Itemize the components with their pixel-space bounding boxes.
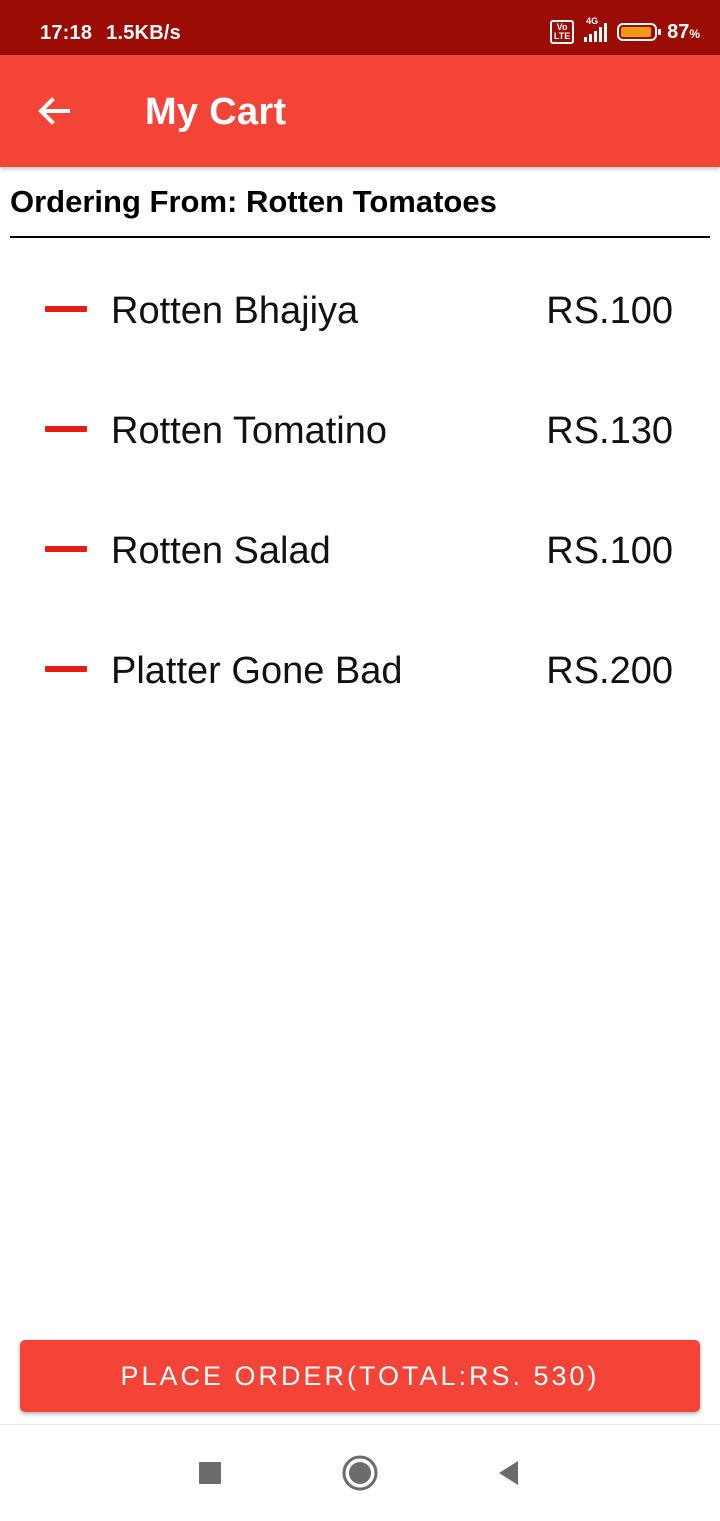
cart-item: Rotten Tomatino RS.130 (0, 370, 720, 490)
battery-percent: 87% (667, 21, 700, 44)
battery-icon (617, 23, 662, 41)
item-name: Rotten Bhajiya (111, 290, 359, 332)
square-icon (199, 1462, 221, 1484)
remove-item-button[interactable] (36, 524, 96, 574)
cart-list: Rotten Bhajiya RS.100 Rotten Tomatino RS… (0, 250, 720, 730)
circle-icon (342, 1455, 378, 1491)
cart-item: Platter Gone Bad RS.200 (0, 610, 720, 730)
network-type: 4G (586, 16, 599, 26)
back-button[interactable] (22, 79, 86, 143)
minus-icon (45, 426, 87, 432)
divider (10, 236, 710, 238)
minus-icon (45, 546, 87, 552)
home-button[interactable] (336, 1449, 384, 1497)
page-title: My Cart (145, 91, 287, 133)
remove-item-button[interactable] (36, 404, 96, 454)
remove-item-button[interactable] (36, 644, 96, 694)
cart-item: Rotten Salad RS.100 (0, 490, 720, 610)
item-price: RS.200 (546, 650, 673, 692)
place-order-button[interactable]: PLACE ORDER(TOTAL:RS. 530) (20, 1340, 700, 1412)
status-time: 17:18 (40, 22, 93, 44)
signal-indicator: 4G (584, 16, 608, 42)
status-left: 17:18 1.5KB/s (40, 22, 181, 45)
triangle-back-icon (499, 1461, 518, 1485)
minus-icon (45, 306, 87, 312)
item-price: RS.130 (546, 410, 673, 452)
cart-item: Rotten Bhajiya RS.100 (0, 250, 720, 370)
battery-unit: % (689, 26, 700, 41)
status-bar: 17:18 1.5KB/s Vo LTE 4G 87% (0, 0, 720, 55)
minus-icon (45, 666, 87, 672)
volte-icon: Vo LTE (550, 20, 575, 44)
nav-back-button[interactable] (484, 1449, 532, 1497)
ordering-from-label: Ordering From: Rotten Tomatoes (10, 184, 497, 219)
item-name: Rotten Tomatino (111, 410, 388, 452)
system-nav-bar (0, 1424, 720, 1521)
battery-fill (621, 27, 651, 37)
arrow-left-icon (38, 97, 70, 125)
recents-button[interactable] (186, 1449, 234, 1497)
battery-value: 87 (667, 20, 690, 43)
item-price: RS.100 (546, 530, 673, 572)
item-price: RS.100 (546, 290, 673, 332)
status-network-speed: 1.5KB/s (106, 22, 181, 44)
app-bar: My Cart (0, 55, 720, 167)
status-right: Vo LTE 4G 87% (550, 16, 700, 44)
item-name: Rotten Salad (111, 530, 331, 572)
item-name: Platter Gone Bad (111, 650, 403, 692)
remove-item-button[interactable] (36, 284, 96, 334)
